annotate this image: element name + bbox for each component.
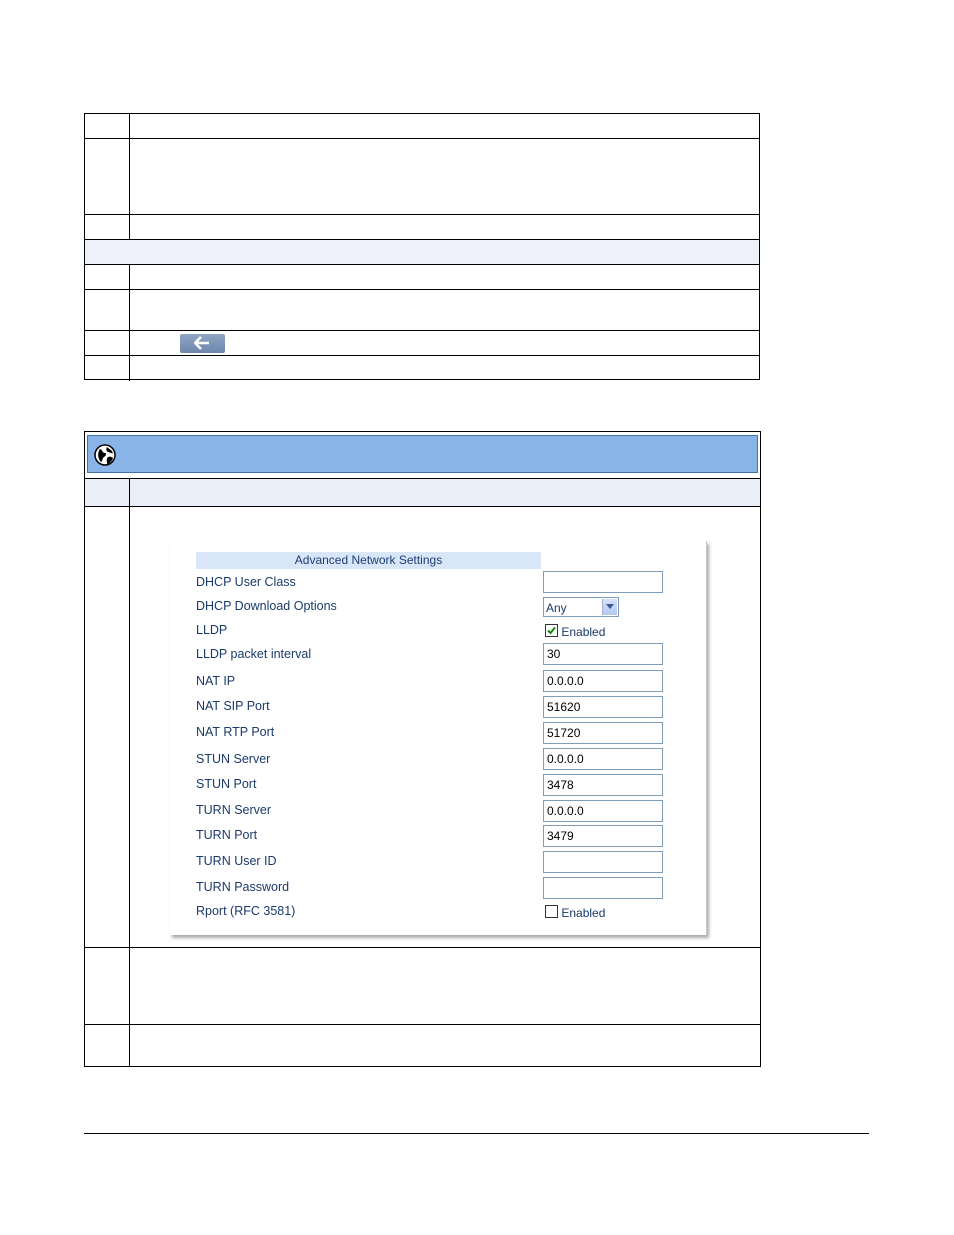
dropdown-arrow[interactable] — [602, 599, 617, 615]
lldp-checkbox[interactable] — [545, 624, 558, 637]
turn-user-id-label: TURN User ID — [196, 854, 277, 868]
dhcp-user-class-input[interactable] — [543, 571, 663, 593]
turn-password-label: TURN Password — [196, 880, 290, 894]
rport-checkbox-group: Enabled — [545, 905, 605, 920]
steps-table-top — [84, 113, 760, 381]
lldp-label: LLDP — [196, 623, 228, 637]
chevron-down-icon — [606, 604, 614, 609]
table-title-bar — [87, 435, 758, 473]
step-number-cell — [85, 265, 130, 289]
nat-ip-label: NAT IP — [196, 674, 236, 688]
turn-password-input[interactable] — [543, 877, 663, 899]
step-number-cell — [85, 507, 130, 947]
step-number-cell — [85, 948, 130, 1024]
stun-port-label: STUN Port — [196, 777, 257, 791]
turn-port-label: TURN Port — [196, 828, 258, 842]
step-number-cell — [85, 331, 130, 355]
step-number-cell — [85, 1025, 130, 1066]
step-number-cell — [85, 139, 130, 214]
footer-rule — [84, 1133, 869, 1134]
dhcp-download-options-select[interactable]: Any — [543, 597, 619, 617]
checkmark-icon — [547, 626, 556, 635]
table-row — [85, 331, 759, 356]
back-button[interactable] — [180, 334, 225, 353]
dhcp-user-class-label: DHCP User Class — [196, 575, 296, 589]
stun-server-input[interactable]: 0.0.0.0 — [543, 748, 663, 770]
table-row — [85, 948, 760, 1025]
table-row — [85, 1025, 760, 1066]
dhcp-download-options-label: DHCP Download Options — [196, 599, 337, 613]
nat-rtp-port-label: NAT RTP Port — [196, 725, 275, 739]
back-arrow-icon — [194, 336, 209, 350]
stun-server-label: STUN Server — [196, 752, 271, 766]
nat-rtp-port-input[interactable]: 51720 — [543, 722, 663, 744]
table-row — [85, 356, 759, 381]
panel-title: Advanced Network Settings — [196, 552, 541, 569]
step-number-cell — [85, 114, 130, 138]
nat-sip-port-label: NAT SIP Port — [196, 699, 270, 713]
nat-sip-port-input[interactable]: 51620 — [543, 696, 663, 718]
lldp-checkbox-label: Enabled — [561, 625, 606, 639]
turn-server-label: TURN Server — [196, 803, 272, 817]
table-row — [85, 114, 759, 139]
turn-port-input[interactable]: 3479 — [543, 825, 663, 847]
turn-server-input[interactable]: 0.0.0.0 — [543, 800, 663, 822]
step-column-header — [85, 479, 130, 506]
step-number-cell — [85, 215, 130, 239]
table-row — [85, 139, 759, 215]
nat-ip-input[interactable]: 0.0.0.0 — [543, 670, 663, 692]
step-number-cell — [85, 356, 130, 381]
rport-checkbox[interactable] — [545, 905, 558, 918]
stun-port-input[interactable]: 3478 — [543, 774, 663, 796]
globe-icon — [94, 444, 116, 466]
advanced-network-settings-panel: Advanced Network Settings DHCP User Clas… — [170, 541, 707, 935]
table-row — [85, 215, 759, 240]
table-row — [85, 265, 759, 290]
table-header-row — [85, 478, 760, 507]
table-section-row — [85, 240, 759, 265]
lldp-packet-interval-label: LLDP packet interval — [196, 647, 312, 661]
lldp-packet-interval-input[interactable]: 30 — [543, 643, 663, 665]
table-row — [85, 290, 759, 331]
rport-checkbox-label: Enabled — [561, 906, 606, 920]
dhcp-download-options-value: Any — [546, 601, 567, 615]
rport-label: Rport (RFC 3581) — [196, 904, 296, 918]
step-number-cell — [85, 290, 130, 330]
lldp-checkbox-group: Enabled — [545, 624, 605, 639]
turn-user-id-input[interactable] — [543, 851, 663, 873]
